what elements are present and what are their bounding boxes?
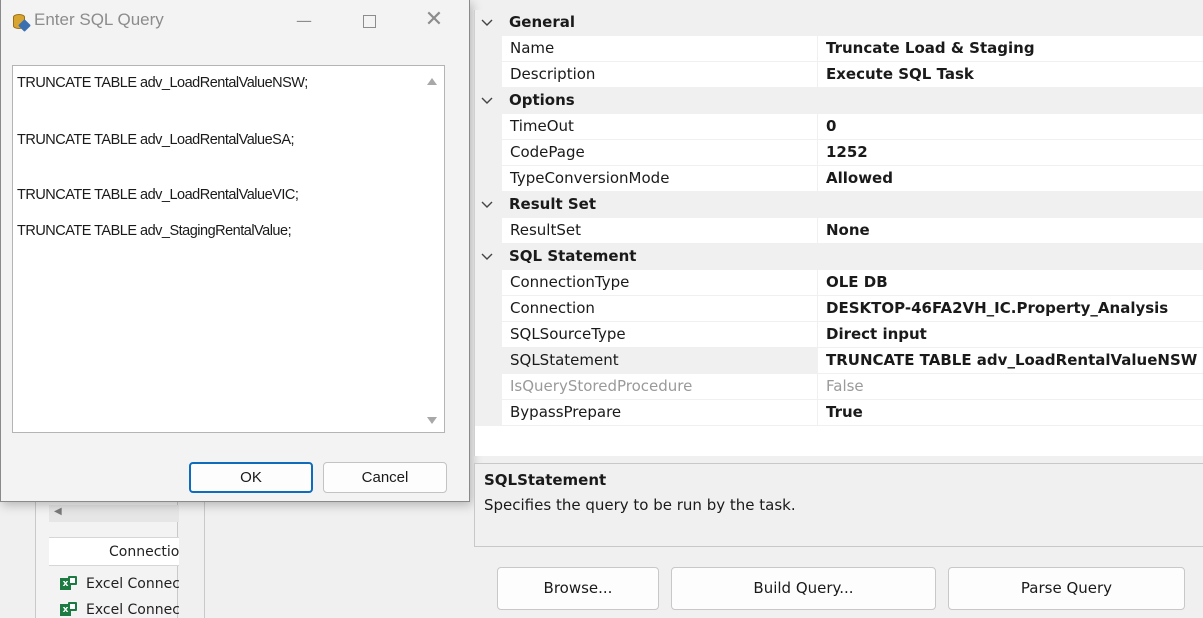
ok-button[interactable]: OK xyxy=(189,462,313,493)
property-row[interactable]: Description Execute SQL Task xyxy=(475,62,1203,88)
property-name[interactable]: ResultSet xyxy=(502,218,818,244)
horizontal-scrollbar[interactable]: ◀ xyxy=(49,505,179,522)
excel-connection-icon: x xyxy=(60,602,77,618)
property-value[interactable]: Allowed xyxy=(818,166,1203,192)
property-name[interactable]: ConnectionType xyxy=(502,270,818,296)
property-gutter xyxy=(475,270,502,296)
connection-item-label: Excel Connection xyxy=(86,576,179,592)
connection-item[interactable]: x Excel Connection xyxy=(58,572,179,596)
category-label: SQL Statement xyxy=(509,247,637,265)
property-name[interactable]: SQLStatement xyxy=(502,348,818,374)
property-name[interactable]: Name xyxy=(502,36,818,62)
sql-query-textarea[interactable]: TRUNCATE TABLE adv_LoadRentalValueNSW; T… xyxy=(12,65,445,433)
property-value: False xyxy=(818,374,1203,400)
query-line: TRUNCATE TABLE adv_LoadRentalValueVIC; xyxy=(17,187,299,203)
query-line: TRUNCATE TABLE adv_LoadRentalValueSA; xyxy=(17,132,295,148)
property-gutter xyxy=(475,114,502,140)
property-gutter xyxy=(475,374,502,400)
chevron-down-icon[interactable] xyxy=(478,14,496,32)
minimize-button[interactable]: — xyxy=(281,0,327,44)
description-text: Specifies the query to be run by the tas… xyxy=(484,496,796,514)
dialog-title: Enter SQL Query xyxy=(34,10,164,29)
property-row[interactable]: BypassPrepare True xyxy=(475,400,1203,426)
sql-query-text[interactable]: TRUNCATE TABLE adv_LoadRentalValueNSW; T… xyxy=(14,66,419,432)
property-row[interactable]: SQLStatement TRUNCATE TABLE adv_LoadRenta… xyxy=(475,348,1203,374)
property-row[interactable]: CodePage 1252 xyxy=(475,140,1203,166)
enter-sql-query-dialog: Enter SQL Query — ✕ TRUNCATE TABLE adv_L… xyxy=(0,0,470,502)
category-label: General xyxy=(509,13,575,31)
query-line: TRUNCATE TABLE adv_StagingRentalValue; xyxy=(17,223,292,239)
property-value[interactable]: TRUNCATE TABLE adv_LoadRentalValueNSW xyxy=(818,348,1203,374)
property-gutter xyxy=(475,322,502,348)
property-row[interactable]: TimeOut 0 xyxy=(475,114,1203,140)
description-title: SQLStatement xyxy=(484,471,607,489)
category-row[interactable]: Options xyxy=(475,88,1203,114)
category-row[interactable]: SQL Statement xyxy=(475,244,1203,270)
property-gutter xyxy=(475,166,502,192)
property-description-panel: SQLStatement Specifies the query to be r… xyxy=(474,463,1203,547)
close-button[interactable]: ✕ xyxy=(411,0,457,44)
property-row[interactable]: IsQueryStoredProcedure False xyxy=(475,374,1203,400)
scroll-down-arrow-icon[interactable] xyxy=(427,417,437,424)
scroll-left-arrow-icon[interactable]: ◀ xyxy=(54,506,62,517)
connections-header: Connections xyxy=(49,537,179,566)
dialog-titlebar[interactable]: Enter SQL Query — ✕ xyxy=(1,0,469,44)
excel-connection-icon: x xyxy=(60,576,77,592)
connection-item-label: Excel Connection xyxy=(86,602,179,618)
property-gutter xyxy=(475,348,502,374)
property-row[interactable]: TypeConversionMode Allowed xyxy=(475,166,1203,192)
property-value[interactable]: Truncate Load & Staging xyxy=(818,36,1203,62)
maximize-icon xyxy=(363,15,376,28)
category-row[interactable]: Result Set xyxy=(475,192,1203,218)
property-value[interactable]: True xyxy=(818,400,1203,426)
category-label: Options xyxy=(509,91,575,109)
chevron-down-icon[interactable] xyxy=(478,92,496,110)
property-gutter xyxy=(475,218,502,244)
property-gutter xyxy=(475,400,502,426)
connection-managers-panel: ◀ Connections x Excel Connection x Excel… xyxy=(35,500,179,618)
property-name[interactable]: TypeConversionMode xyxy=(502,166,818,192)
property-value[interactable]: None xyxy=(818,218,1203,244)
property-gutter xyxy=(475,296,502,322)
vertical-scrollbar[interactable] xyxy=(420,66,444,432)
build-query-button[interactable]: Build Query... xyxy=(671,567,936,610)
property-row[interactable]: ResultSet None xyxy=(475,218,1203,244)
connection-item[interactable]: x Excel Connection xyxy=(58,598,179,618)
property-value[interactable]: DESKTOP-46FA2VH_IC.Property_Analysis xyxy=(818,296,1203,322)
property-gutter xyxy=(475,36,502,62)
property-value[interactable]: OLE DB xyxy=(818,270,1203,296)
property-value[interactable]: 0 xyxy=(818,114,1203,140)
property-value[interactable]: Execute SQL Task xyxy=(818,62,1203,88)
panel-divider xyxy=(204,500,205,618)
chevron-down-icon[interactable] xyxy=(478,248,496,266)
property-row[interactable]: ConnectionType OLE DB xyxy=(475,270,1203,296)
category-label: Result Set xyxy=(509,195,597,213)
chevron-down-icon[interactable] xyxy=(478,196,496,214)
property-grid: General Name Truncate Load & Staging Descri… xyxy=(474,10,1203,456)
property-name[interactable]: SQLSourceType xyxy=(502,322,818,348)
query-line: TRUNCATE TABLE adv_LoadRentalValueNSW; xyxy=(17,75,308,91)
property-gutter xyxy=(475,62,502,88)
property-value[interactable]: 1252 xyxy=(818,140,1203,166)
cancel-button[interactable]: Cancel xyxy=(323,462,447,493)
property-name[interactable]: BypassPrepare xyxy=(502,400,818,426)
property-name[interactable]: IsQueryStoredProcedure xyxy=(502,374,818,400)
property-row[interactable]: SQLSourceType Direct input xyxy=(475,322,1203,348)
property-row[interactable]: Connection DESKTOP-46FA2VH_IC.Property_An… xyxy=(475,296,1203,322)
browse-button[interactable]: Browse... xyxy=(497,567,659,610)
category-row[interactable]: General xyxy=(475,10,1203,36)
property-value[interactable]: Direct input xyxy=(818,322,1203,348)
property-gutter xyxy=(475,140,502,166)
property-name[interactable]: TimeOut xyxy=(502,114,818,140)
parse-query-button[interactable]: Parse Query xyxy=(948,567,1185,610)
scroll-up-arrow-icon[interactable] xyxy=(427,78,437,85)
maximize-button[interactable] xyxy=(347,0,393,44)
property-row[interactable]: Name Truncate Load & Staging xyxy=(475,36,1203,62)
property-name[interactable]: Description xyxy=(502,62,818,88)
property-name[interactable]: Connection xyxy=(502,296,818,322)
property-name[interactable]: CodePage xyxy=(502,140,818,166)
database-edit-icon xyxy=(11,13,31,32)
